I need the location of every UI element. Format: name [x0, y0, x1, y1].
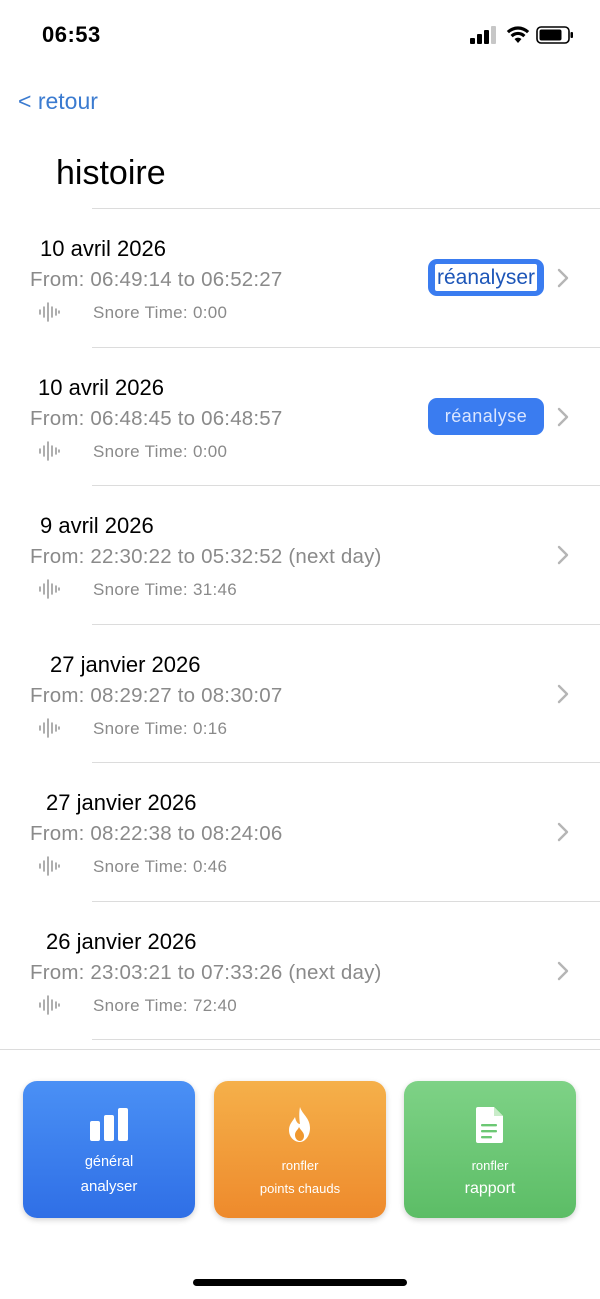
- history-row[interactable]: 26 janvier 2026 From: 23:03:21 to 07:33:…: [0, 902, 600, 1040]
- divider: [0, 1049, 600, 1050]
- tile-label: points chauds: [259, 1181, 341, 1196]
- back-button[interactable]: < retour: [18, 88, 98, 115]
- session-date: 27 janvier 2026: [46, 790, 197, 815]
- divider: [92, 1039, 600, 1040]
- sound-wave-icon: [39, 302, 60, 322]
- snore-time: Snore Time: 0:00: [93, 441, 228, 461]
- document-icon: [476, 1107, 503, 1143]
- cellular-signal-icon: [470, 26, 496, 44]
- flame-icon: [289, 1107, 310, 1142]
- session-time-range: From: 23:03:21 to 07:33:26 (next day): [30, 960, 382, 984]
- chevron-right-icon[interactable]: [556, 821, 570, 843]
- session-time-range: From: 08:22:38 to 08:24:06: [30, 822, 283, 845]
- session-time-range: From: 06:49:14 to 06:52:27: [30, 268, 283, 291]
- battery-icon: [536, 26, 573, 44]
- status-bar: 06:53: [0, 0, 600, 72]
- session-time-range: From: 08:29:27 to 08:30:07: [30, 683, 283, 707]
- reanalyze-button[interactable]: réanalyser: [428, 259, 544, 296]
- history-row[interactable]: 10 avril 2026 From: 06:48:45 to 06:48:57…: [0, 348, 600, 486]
- sound-wave-icon: [39, 440, 60, 461]
- reanalyze-button-label: réanalyser: [434, 264, 538, 291]
- tile-label: analyser: [80, 1178, 138, 1195]
- history-list: 10 avril 2026 From: 06:49:14 to 06:52:27…: [0, 209, 600, 1040]
- bar-chart-icon: [90, 1108, 128, 1141]
- sound-wave-icon: [39, 717, 60, 738]
- snore-report-tile[interactable]: ronfler rapport: [404, 1081, 576, 1218]
- session-time-range: From: 22:30:22 to 05:32:52 (next day): [30, 545, 382, 568]
- session-date: 27 janvier 2026: [50, 651, 201, 677]
- session-time-range: From: 06:48:45 to 06:48:57: [30, 406, 283, 430]
- sound-wave-icon: [39, 994, 60, 1015]
- page-title: histoire: [56, 154, 166, 192]
- snore-time: Snore Time: 0:16: [93, 718, 228, 738]
- tile-label: rapport: [464, 1180, 516, 1197]
- history-row[interactable]: 9 avril 2026 From: 22:30:22 to 05:32:52 …: [0, 486, 600, 625]
- home-indicator[interactable]: [193, 1279, 407, 1286]
- chevron-right-icon[interactable]: [556, 960, 570, 982]
- history-row[interactable]: 27 janvier 2026 From: 08:29:27 to 08:30:…: [0, 625, 600, 763]
- reanalyze-button[interactable]: réanalyse: [428, 397, 544, 435]
- chevron-right-icon[interactable]: [556, 544, 570, 566]
- tile-label: ronfler: [281, 1158, 319, 1173]
- snore-time: Snore Time: 0:00: [93, 303, 228, 322]
- snore-time: Snore Time: 72:40: [93, 995, 238, 1015]
- status-icons: [470, 24, 576, 48]
- session-date: 10 avril 2026: [40, 236, 166, 261]
- session-date: 26 janvier 2026: [46, 928, 197, 954]
- wifi-icon: [506, 26, 530, 43]
- session-date: 9 avril 2026: [40, 513, 154, 538]
- snore-hotspots-tile[interactable]: ronfler points chauds: [214, 1081, 386, 1218]
- snore-time: Snore Time: 31:46: [93, 580, 238, 599]
- history-row[interactable]: 27 janvier 2026 From: 08:22:38 to 08:24:…: [0, 763, 600, 902]
- general-analysis-tile[interactable]: général analyser: [23, 1081, 195, 1218]
- reanalyze-button-label: réanalyse: [444, 405, 528, 426]
- history-row[interactable]: 10 avril 2026 From: 06:49:14 to 06:52:27…: [0, 209, 600, 348]
- snore-time: Snore Time: 0:46: [93, 857, 228, 876]
- tile-label: général: [84, 1154, 134, 1170]
- session-date: 10 avril 2026: [38, 374, 164, 400]
- chevron-right-icon[interactable]: [556, 683, 570, 705]
- chevron-right-icon[interactable]: [556, 267, 570, 289]
- sound-wave-icon: [39, 856, 60, 876]
- status-time: 06:53: [42, 22, 101, 47]
- sound-wave-icon: [39, 579, 60, 599]
- tile-label: ronfler: [471, 1158, 509, 1173]
- chevron-right-icon[interactable]: [556, 406, 570, 428]
